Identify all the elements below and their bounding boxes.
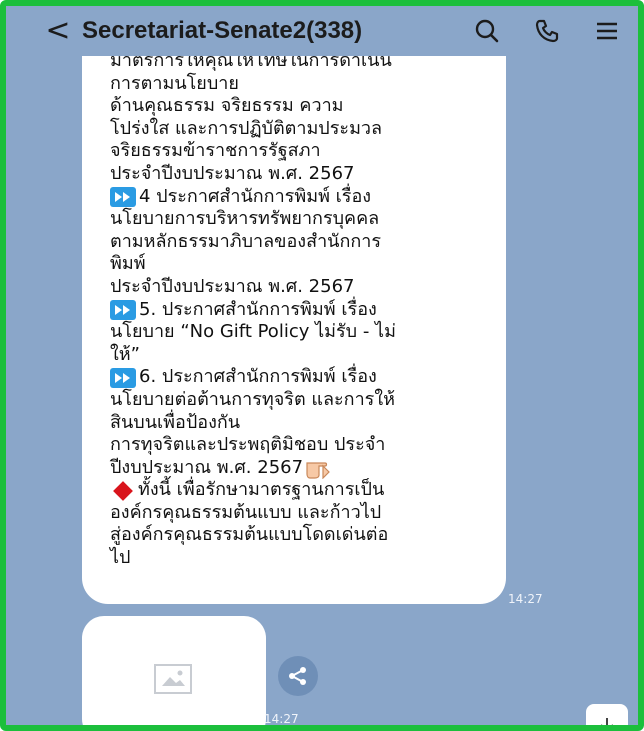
message-line: ประจำปีงบประมาณ พ.ศ. 2567 [110,275,355,297]
message-line: นโยบาย “No Gift Policy ไม่รับ - ไม่ [110,321,396,343]
message-line: สู่องค์กรคุณธรรมต้นแบบโดดเด่นต่อ [110,524,389,546]
message-line: ด้านคุณธรรม จริยธรรม ความ [110,95,344,117]
back-icon[interactable]: < [36,16,80,46]
chat-header: < Secretariat-Senate2(338) [6,6,638,56]
message-line-item: ทั้งนี้ เพื่อรักษามาตรฐานการเป็น [110,479,488,502]
scroll-down-button[interactable] [586,704,628,725]
message-line: ปีงบประมาณ พ.ศ. 2567 [110,456,304,478]
message-timestamp: 14:27 [508,592,543,606]
menu-icon[interactable] [592,16,622,46]
message-line: นโยบายการบริหารทรัพยากรบุคคล [110,208,380,230]
message-line: สินบนเพื่อป้องกัน [110,411,241,433]
message-line: ตามหลักธรรมาภิบาลของสำนักการ [110,230,382,252]
message-line: ไป [110,547,131,569]
chat-area[interactable]: มาตรการให้คุณให้โทษในการดำเนิน การตามนโย… [6,56,638,726]
red-diamond-icon [113,480,133,501]
arrow-down-icon [601,718,613,725]
message-line: การตามนโยบาย [110,72,239,94]
message-line: การทุจริตและประพฤติมิชอบ ประจำ [110,434,386,456]
search-icon[interactable] [472,16,502,46]
chat-title: Secretariat-Senate2(338) [82,17,363,44]
message-line-item: 6. ประกาศสำนักการพิมพ์ เรื่อง [110,366,488,389]
message-line: 4 ประกาศสำนักการพิมพ์ เรื่อง [139,185,372,207]
pointing-hand-icon [305,457,335,480]
play-badge-icon [110,367,136,388]
message-line-item: ปีงบประมาณ พ.ศ. 2567 [110,457,488,480]
header-actions [472,16,622,46]
message-line-item: 5. ประกาศสำนักการพิมพ์ เรื่อง [110,299,488,322]
message-line: นโยบายต่อต้านการทุจริต และการให้ [110,388,395,410]
image-timestamp: 14:27 [264,712,299,726]
phone-icon[interactable] [532,16,562,46]
message-line-item: 4 ประกาศสำนักการพิมพ์ เรื่อง [110,186,488,209]
message-line: พิมพ์ [110,253,146,275]
share-icon[interactable] [278,656,318,696]
message-line: ประจำปีงบประมาณ พ.ศ. 2567 [110,162,355,184]
message-line: 6. ประกาศสำนักการพิมพ์ เรื่อง [139,366,377,388]
message-line: องค์กรคุณธรรมต้นแบบ และก้าวไป [110,501,382,523]
image-placeholder-icon [154,664,192,694]
message-line: ทั้งนี้ เพื่อรักษามาตรฐานการเป็น [138,479,385,501]
message-bubble[interactable]: มาตรการให้คุณให้โทษในการดำเนิน การตามนโย… [82,56,506,604]
image-message[interactable] [82,616,266,725]
message-line: 5. ประกาศสำนักการพิมพ์ เรื่อง [139,298,377,320]
message-line: ให้” [110,343,140,365]
message-line: มาตรการให้คุณให้โทษในการดำเนิน [110,56,392,71]
message-line: จริยธรรมข้าราชการรัฐสภา [110,140,321,162]
play-badge-icon [110,186,136,207]
play-badge-icon [110,299,136,320]
app-frame: < Secretariat-Senate2(338) มาตรการให้คุณ… [0,0,644,731]
message-line: โปร่งใส และการปฏิบัติตามประมวล [110,117,383,139]
